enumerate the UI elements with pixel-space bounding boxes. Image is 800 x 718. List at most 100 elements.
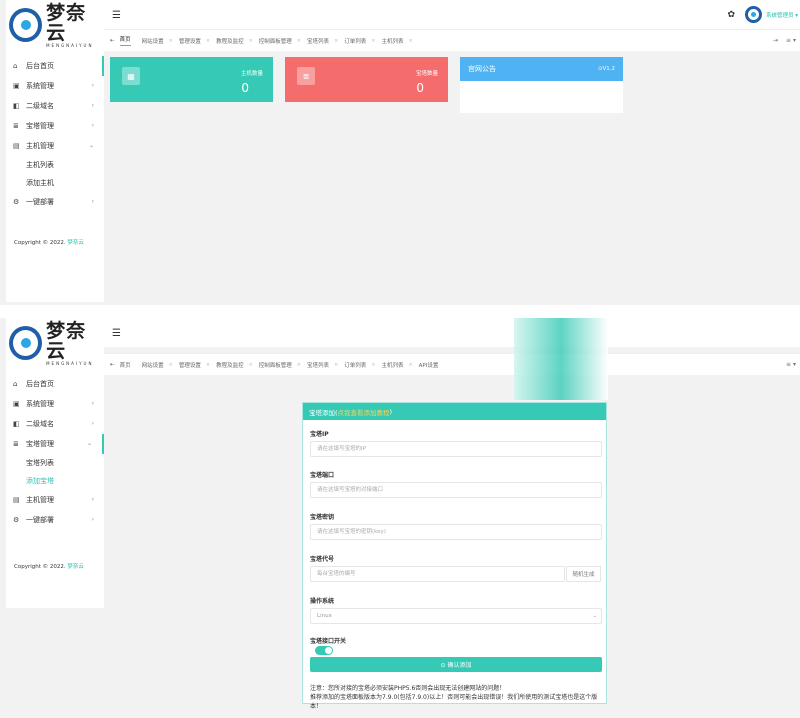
add-bt-form: 宝塔添加(点我查看添加教程) 宝塔IP 宝塔端口 宝塔密钥 宝塔代号 随机生成 … (302, 402, 607, 710)
tab-home[interactable]: 首页 (120, 361, 131, 369)
user-menu[interactable]: 系统管理员 ▾ (766, 11, 798, 19)
close-icon[interactable]: × (334, 362, 338, 368)
logo[interactable]: 梦奈云 MENGNAIYUN (6, 0, 104, 50)
tab-admin-settings[interactable]: 管理设置 (179, 361, 201, 369)
tab-host-list[interactable]: 主机列表 (381, 37, 403, 45)
sidebar-subitem-add-bt[interactable]: 添加宝塔 (6, 472, 104, 490)
sidebar-item-system[interactable]: ▣ 系统管理 › (6, 76, 104, 96)
sidebar-subitem-bt-list[interactable]: 宝塔列表 (6, 454, 104, 472)
tab-host-list[interactable]: 主机列表 (381, 361, 403, 369)
close-icon[interactable]: × (206, 38, 210, 44)
chevron-right-icon: › (91, 102, 94, 109)
logo-subtitle: MENGNAIYUN (46, 42, 94, 48)
tab-panel[interactable]: 控制面板管理 (259, 37, 292, 45)
sidebar-item-label: 后台首页 (26, 380, 54, 388)
bt-api-switch[interactable] (315, 646, 333, 655)
sidebar-item-deploy[interactable]: ⚙ 一键部署 › (6, 510, 104, 530)
bt-key-label: 宝塔密钥 (310, 514, 335, 521)
close-icon[interactable]: × (408, 38, 412, 44)
close-icon[interactable]: × (249, 362, 253, 368)
bt-ip-label: 宝塔IP (310, 431, 329, 438)
random-generate-button[interactable]: 随机生成 (566, 566, 601, 582)
menu-toggle-icon[interactable]: ☰ (112, 10, 121, 21)
copyright-brand-link[interactable]: 梦奈云 (67, 240, 84, 246)
host-count-card: ▦ 主机数量 0 (110, 57, 273, 102)
theme-icon[interactable]: ✿ (727, 10, 735, 20)
logo[interactable]: 梦奈云 MENGNAIYUN (6, 318, 104, 368)
card-value: 0 (241, 81, 249, 95)
avatar[interactable] (744, 6, 762, 23)
close-icon[interactable]: × (206, 362, 210, 368)
os-select[interactable]: Linux ⌄ (310, 608, 602, 624)
confirm-add-button[interactable]: ⊙ 确认添加 (310, 657, 602, 672)
card-label: 宝塔数量 (415, 71, 438, 77)
tab-orders[interactable]: 订单列表 (344, 37, 366, 45)
close-icon[interactable]: × (169, 38, 173, 44)
sidebar-nav: ⌂ 后台首页 ▣ 系统管理 › ◧ 二级域名 › ≣ 宝塔管理 ⌄ 宝塔列表 添… (6, 374, 104, 530)
close-icon[interactable]: × (334, 38, 338, 44)
sidebar-subitem-host-list[interactable]: 主机列表 (6, 156, 104, 174)
close-icon[interactable]: × (371, 38, 375, 44)
tab-more-icon[interactable]: ≡ ▾ (786, 361, 796, 368)
top-header: ☰ (104, 318, 800, 347)
tab-bt-list[interactable]: 宝塔列表 (307, 361, 329, 369)
sidebar-item-home[interactable]: ⌂ 后台首页 (6, 56, 104, 76)
sidebar-item-deploy[interactable]: ⚙ 一键部署 › (6, 192, 104, 212)
tab-site-settings[interactable]: 网站设置 (142, 361, 164, 369)
tutorial-link[interactable]: 点我查看添加教程 (338, 407, 390, 417)
sidebar-item-label: 后台首页 (26, 62, 54, 70)
copyright-brand-link[interactable]: 梦奈云 (67, 564, 84, 570)
bt-code-input[interactable] (310, 566, 565, 582)
sidebar-item-host[interactable]: ▤ 主机管理 › (6, 490, 104, 510)
tab-prev-icon[interactable]: ⇤ (110, 38, 115, 44)
chevron-down-icon: ⌄ (88, 142, 94, 149)
chevron-right-icon: › (91, 198, 94, 205)
menu-toggle-icon[interactable]: ☰ (112, 328, 121, 339)
card-label: 主机数量 (240, 71, 263, 77)
close-icon[interactable]: × (169, 362, 173, 368)
tab-home[interactable]: 首页 (119, 35, 131, 46)
sidebar-subitem-add-host[interactable]: 添加主机 (6, 174, 104, 192)
chevron-right-icon: › (91, 496, 94, 503)
sidebar-nav: ⌂ 后台首页 ▣ 系统管理 › ◧ 二级域名 › ≣ 宝塔管理 › ▤ 主机管理 (6, 56, 104, 212)
tab-tutorial[interactable]: 教程及监控 (216, 361, 244, 369)
chevron-right-icon: › (91, 400, 94, 407)
tab-site-settings[interactable]: 网站设置 (142, 37, 164, 45)
sidebar-item-system[interactable]: ▣ 系统管理 › (6, 394, 104, 414)
tab-api-settings[interactable]: API设置 (419, 361, 439, 369)
home-icon: ⌂ (13, 61, 18, 70)
chevron-right-icon: › (91, 122, 94, 129)
sidebar-item-bt[interactable]: ≣ 宝塔管理 › (6, 116, 104, 136)
bt-port-input[interactable] (310, 482, 602, 498)
top-header: ☰ ✿ 系统管理员 ▾ (104, 0, 800, 29)
home-icon: ⌂ (13, 379, 18, 388)
sidebar-item-subdomain[interactable]: ◧ 二级域名 › (6, 96, 104, 116)
gear-icon: ⚙ (13, 197, 20, 206)
tab-tutorial[interactable]: 教程及监控 (216, 37, 244, 45)
tab-orders[interactable]: 订单列表 (344, 361, 366, 369)
bt-key-input[interactable] (310, 524, 602, 540)
sidebar-item-home[interactable]: ⌂ 后台首页 (6, 374, 104, 394)
separator (0, 305, 800, 318)
bt-port-label: 宝塔端口 (310, 472, 335, 479)
sidebar-item-subdomain[interactable]: ◧ 二级域名 › (6, 414, 104, 434)
domain-icon: ◧ (13, 419, 20, 428)
chevron-right-icon: › (91, 420, 94, 427)
close-icon[interactable]: × (249, 38, 253, 44)
close-icon[interactable]: × (297, 362, 301, 368)
tab-bar: ⇤ 首页 网站设置 × 管理设置 × 教程及监控 × 控制面板管理 × 宝塔列表 × 订单… (104, 29, 800, 51)
close-icon[interactable]: × (371, 362, 375, 368)
tab-admin-settings[interactable]: 管理设置 (179, 37, 201, 45)
sidebar-item-bt[interactable]: ≣ 宝塔管理 ⌄ (6, 434, 104, 454)
screen-glare (514, 318, 608, 400)
bt-ip-input[interactable] (310, 441, 602, 457)
tab-prev-icon[interactable]: ⇤ (110, 362, 115, 368)
tab-panel[interactable]: 控制面板管理 (259, 361, 292, 369)
sidebar-item-label: 主机管理 (26, 496, 54, 504)
close-icon[interactable]: × (297, 38, 301, 44)
sidebar-item-host[interactable]: ▤ 主机管理 ⌄ (6, 136, 104, 156)
tab-more-icon[interactable]: ≡ ▾ (786, 37, 796, 44)
close-icon[interactable]: × (408, 362, 412, 368)
tab-next-icon[interactable]: ⇥ (773, 37, 778, 44)
tab-bt-list[interactable]: 宝塔列表 (307, 37, 329, 45)
